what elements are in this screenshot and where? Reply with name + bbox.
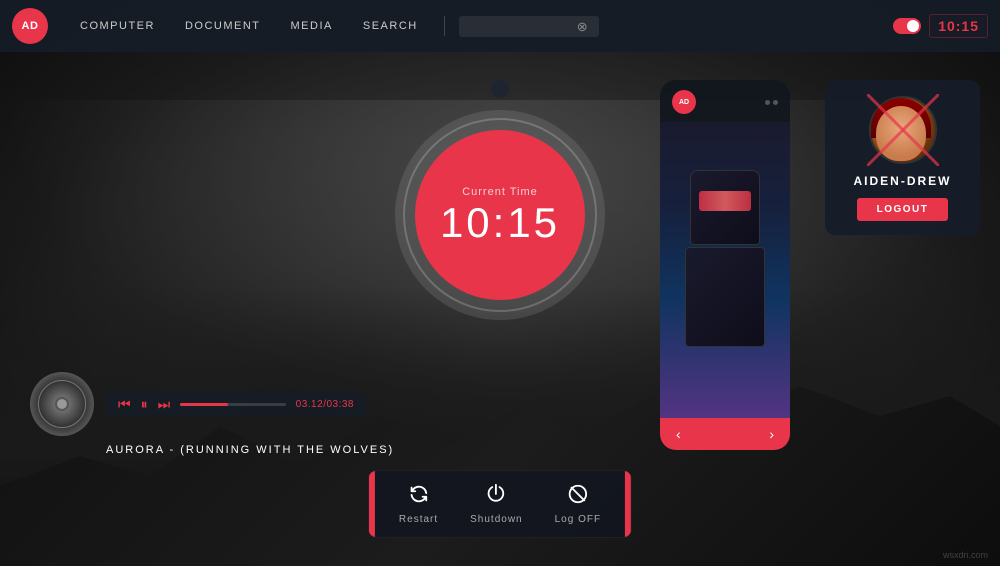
robot-visor — [699, 191, 751, 211]
robot-head — [690, 170, 760, 245]
restart-action[interactable]: Restart — [399, 483, 438, 525]
username: AIDEN-DREW — [854, 174, 952, 188]
progress-fill — [180, 403, 227, 406]
avatar-container — [869, 96, 937, 164]
nav-item-search[interactable]: SEARCH — [351, 14, 430, 38]
phone-dot-2 — [773, 100, 778, 105]
clock-label: Current Time — [462, 186, 538, 198]
clock-toggle[interactable] — [893, 18, 921, 34]
clock-dot — [491, 80, 509, 98]
phone-logo-text: AD — [679, 99, 689, 106]
clock-outer-ring: Current Time 10:15 — [395, 110, 605, 320]
shutdown-svg — [485, 483, 507, 505]
clock-inner: Current Time 10:15 — [415, 130, 585, 300]
search-bar: ⊗ — [459, 16, 599, 37]
avatar-x-overlay — [867, 94, 939, 166]
phone-next-button[interactable]: › — [769, 426, 774, 442]
prev-button[interactable]: ⏮ — [118, 397, 131, 411]
shutdown-action[interactable]: Shutdown — [470, 483, 522, 525]
navbar: AD COMPUTER DOCUMENT MEDIA SEARCH ⊗ 10:1… — [0, 0, 1000, 52]
phone-dots — [765, 100, 778, 105]
time-display: 03.12/03:38 — [296, 399, 354, 410]
avatar-x-svg — [867, 94, 939, 166]
search-input[interactable] — [469, 20, 569, 32]
robot-body — [680, 170, 770, 370]
clock-time: 10:15 — [440, 202, 560, 244]
restart-icon — [408, 483, 430, 508]
nav-item-computer[interactable]: COMPUTER — [68, 14, 167, 38]
progress-bar[interactable] — [180, 403, 285, 406]
action-bar: Restart Shutdown Log OFF — [368, 470, 632, 538]
player-controls: ⏮ ⏸ ⏭ 03.12/03:38 — [106, 391, 366, 417]
vinyl-center — [55, 397, 69, 411]
phone-header: AD — [660, 80, 790, 122]
vinyl-disc — [30, 372, 94, 436]
restart-label: Restart — [399, 514, 438, 525]
clock-widget: Current Time 10:15 — [395, 110, 605, 320]
phone-dot-1 — [765, 100, 770, 105]
logo-text: AD — [22, 20, 39, 32]
shutdown-label: Shutdown — [470, 514, 522, 525]
pause-button[interactable]: ⏸ — [141, 397, 148, 411]
robot-silhouette — [660, 122, 790, 418]
phone-widget: AD ‹ › — [660, 80, 790, 450]
nav-item-document[interactable]: DOCUMENT — [173, 14, 273, 38]
watermark: wsxdn.com — [943, 550, 988, 560]
player-row: ⏮ ⏸ ⏭ 03.12/03:38 — [30, 372, 366, 436]
nav-divider — [444, 16, 445, 36]
music-player: ⏮ ⏸ ⏭ 03.12/03:38 AURORA - (RUNNING WITH… — [30, 372, 394, 456]
user-card: AIDEN-DREW LOGOUT — [825, 80, 980, 235]
logoff-svg — [567, 483, 589, 505]
nav-items: COMPUTER DOCUMENT MEDIA SEARCH ⊗ — [68, 14, 599, 38]
shutdown-icon — [485, 483, 507, 508]
track-title: AURORA - (RUNNING WITH THE WOLVES) — [30, 444, 394, 456]
navbar-clock: 10:15 — [929, 14, 988, 38]
search-clear-icon[interactable]: ⊗ — [577, 20, 588, 33]
logoff-icon — [567, 483, 589, 508]
logout-button[interactable]: LOGOUT — [857, 198, 949, 221]
action-items: Restart Shutdown Log OFF — [375, 471, 625, 537]
next-button[interactable]: ⏭ — [158, 397, 171, 411]
logoff-action[interactable]: Log OFF — [555, 483, 601, 525]
phone-logo: AD — [672, 90, 696, 114]
logoff-label: Log OFF — [555, 514, 601, 525]
restart-svg — [408, 483, 430, 505]
phone-prev-button[interactable]: ‹ — [676, 426, 681, 442]
robot-torso — [685, 247, 765, 347]
controls-bar: ⏮ ⏸ ⏭ 03.12/03:38 — [106, 391, 366, 417]
phone-footer: ‹ › — [660, 418, 790, 450]
nav-item-media[interactable]: MEDIA — [279, 14, 345, 38]
action-bar-accent-right — [625, 471, 631, 537]
logo-button[interactable]: AD — [12, 8, 48, 44]
phone-image — [660, 122, 790, 418]
